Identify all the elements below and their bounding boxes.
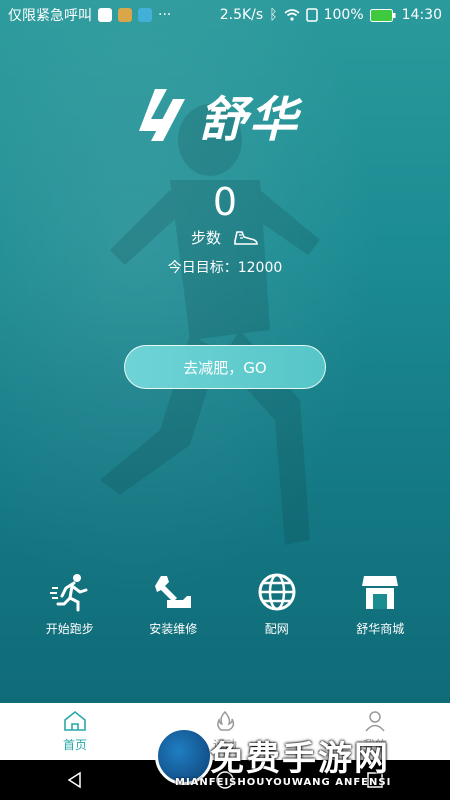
running-icon [49, 574, 88, 612]
feature-start-running[interactable]: 开始跑步 [25, 572, 115, 642]
battery-icon [369, 8, 396, 22]
network-speed: 2.5K/s [219, 7, 264, 23]
feature-install-repair[interactable]: 安装维修 [128, 572, 218, 642]
wifi-icon [284, 9, 300, 21]
feature-network-config[interactable]: 配网 [232, 572, 322, 642]
status-bar: 仅限紧急呼叫 ··· 2.5K/s ᛒ 100% 14:30 [0, 0, 450, 30]
flame-icon [217, 710, 235, 731]
tab-home[interactable]: 首页 [15, 710, 135, 753]
sim-icon [305, 8, 318, 22]
back-icon[interactable] [65, 770, 85, 790]
app-notification-icon [118, 8, 132, 22]
feature-label: 舒华商城 [356, 622, 405, 636]
steps-label-row: 步数 [0, 227, 450, 248]
home-nav-icon[interactable] [215, 770, 235, 790]
feature-label: 配网 [264, 622, 289, 636]
brand-name: 舒华 [199, 92, 300, 148]
system-nav-bar [0, 760, 450, 800]
carrier-text: 仅限紧急呼叫 [8, 8, 92, 24]
globe-icon [258, 573, 296, 611]
daily-goal: 今日目标：12000 [167, 260, 283, 276]
shoe-icon [234, 230, 258, 245]
tab-label: 首页 [62, 738, 87, 752]
bottom-tab-bar: 首页 运动 我的 [0, 703, 450, 760]
repair-icon [155, 576, 192, 608]
steps-label: 步数 [190, 229, 221, 247]
tab-label: 运动 [212, 738, 237, 752]
feature-label: 开始跑步 [45, 622, 94, 636]
more-notifications-icon: ··· [158, 7, 172, 23]
go-lose-weight-button[interactable]: 去减肥，GO [124, 345, 326, 389]
steps-count: 0 [212, 180, 238, 224]
bluetooth-icon: ᛒ [269, 7, 278, 23]
app-notification-icon [98, 8, 112, 22]
tab-label: 我的 [362, 738, 387, 752]
feature-shuhua-store[interactable]: 舒华商城 [335, 572, 425, 642]
feature-grid: 开始跑步 安装维修 配网 舒华商城 [0, 572, 450, 642]
feature-label: 安装维修 [149, 622, 198, 636]
runner-silhouette [100, 104, 320, 545]
user-icon [365, 711, 385, 732]
battery-percent: 100% [323, 7, 364, 23]
brand-mark-icon [139, 89, 185, 141]
recents-icon[interactable] [365, 770, 385, 790]
home-icon [64, 710, 86, 731]
brand-logo: 舒华 [135, 82, 325, 148]
app-notification-icon [138, 8, 152, 22]
tab-mine[interactable]: 我的 [315, 710, 435, 753]
tab-sport[interactable]: 运动 [165, 710, 285, 753]
store-icon [362, 576, 399, 609]
clock: 14:30 [401, 7, 442, 23]
